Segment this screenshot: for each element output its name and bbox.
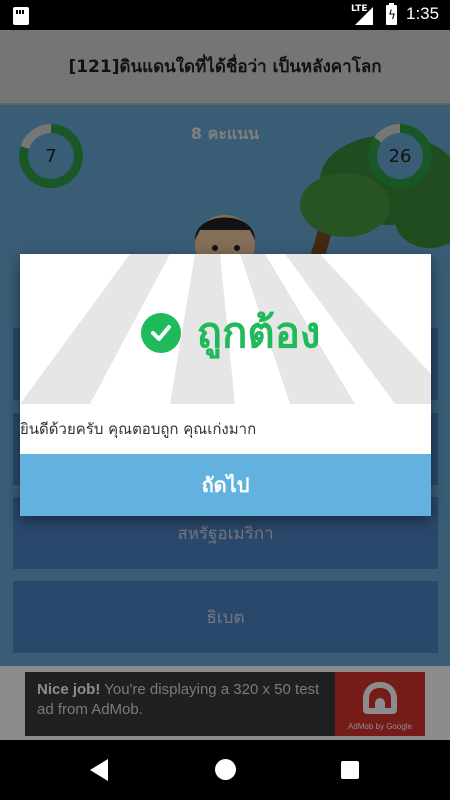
home-icon[interactable]: [215, 759, 236, 780]
result-text: ถูกต้อง: [196, 308, 321, 357]
battery-charging-icon: ϟ: [386, 3, 397, 25]
navigation-bar: [0, 740, 450, 800]
result-message: ยินดีด้วยครับ คุณตอบถูก คุณเก่งมาก: [20, 420, 257, 438]
check-circle-icon: [140, 313, 181, 353]
correct-banner: ถูกต้อง: [20, 298, 431, 368]
signal-icon: [355, 7, 373, 25]
next-button[interactable]: ถัดไป: [20, 454, 431, 516]
result-dialog: ถูกต้อง ยินดีด้วยครับ คุณตอบถูก คุณเก่งม…: [20, 254, 431, 516]
recents-icon[interactable]: [341, 761, 359, 779]
status-bar: LTE ϟ 1:35: [0, 0, 450, 30]
sd-card-icon: [13, 7, 29, 25]
back-icon[interactable]: [90, 759, 108, 781]
status-time: 1:35: [406, 4, 440, 23]
